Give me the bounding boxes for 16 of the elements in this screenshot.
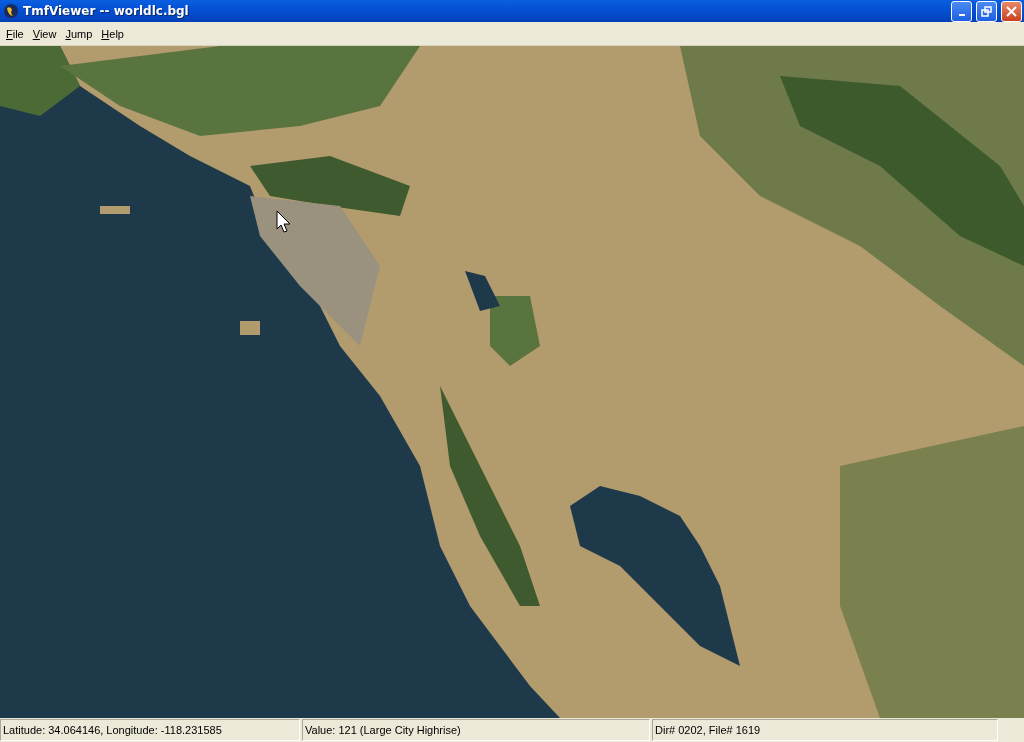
status-text: Latitude: 34.064146, Longitude: -118.231585 bbox=[0, 719, 300, 741]
minimize-button[interactable] bbox=[951, 0, 972, 22]
restore-button[interactable] bbox=[976, 0, 997, 22]
minimize-icon bbox=[958, 14, 965, 16]
globe-icon bbox=[3, 3, 19, 19]
status-text: Dir# 0202, File# 1619 bbox=[652, 719, 998, 741]
pointer-icon bbox=[276, 210, 292, 234]
restore-icon bbox=[981, 5, 992, 17]
menu-item[interactable]: View bbox=[28, 27, 61, 40]
menu-item[interactable]: Help bbox=[97, 27, 128, 40]
menu-item[interactable]: Jump bbox=[61, 27, 97, 40]
close-icon bbox=[1006, 5, 1017, 17]
status-text: Value: 121 (Large City Highrise) bbox=[302, 719, 650, 741]
window-title: TmfViewer -- worldlc.bgl bbox=[23, 4, 190, 18]
close-button[interactable] bbox=[1001, 0, 1022, 22]
menu-item[interactable]: File bbox=[2, 27, 28, 40]
